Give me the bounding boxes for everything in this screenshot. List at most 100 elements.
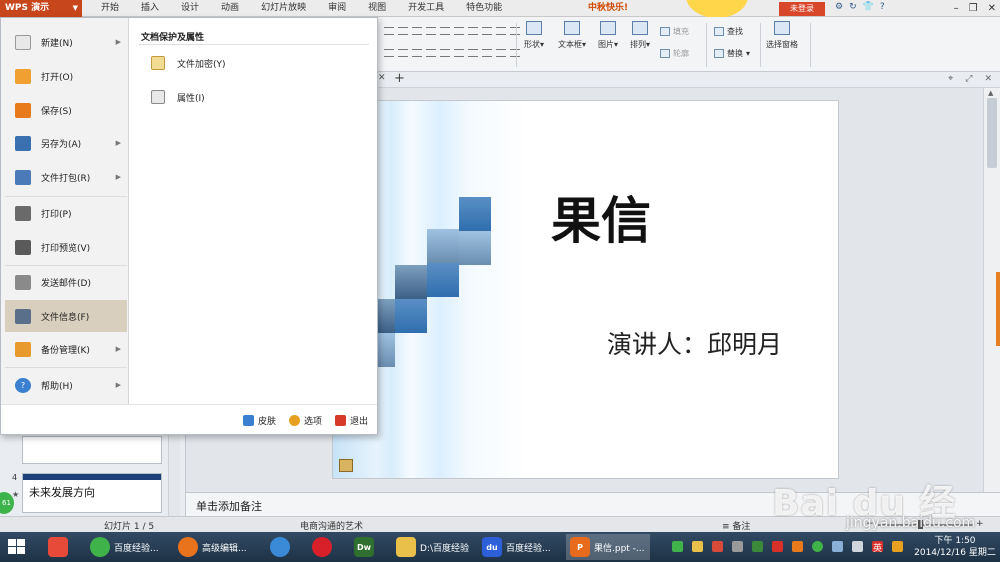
submenu-item-properties[interactable]: 属性(I) <box>151 90 205 104</box>
settings-icon[interactable]: ⚙ <box>835 2 843 12</box>
find-label: 查找 <box>727 27 743 36</box>
align-icons[interactable] <box>384 49 520 57</box>
tab-insert[interactable]: 插入 <box>130 0 170 17</box>
tab-review[interactable]: 审阅 <box>317 0 357 17</box>
minimize-icon[interactable]: – <box>954 0 959 17</box>
tab-animation[interactable]: 动画 <box>210 0 250 17</box>
tray-icon[interactable] <box>892 541 903 552</box>
toolbar-divider <box>706 23 707 67</box>
shield-icon[interactable] <box>672 541 683 552</box>
menu-divider <box>5 367 127 368</box>
notes-toggle-label: 备注 <box>732 522 751 532</box>
tab-home[interactable]: 开始 <box>90 0 130 17</box>
taskbar-app-label: 百度经验... <box>114 543 159 554</box>
side-panel-tab[interactable] <box>996 272 1000 346</box>
tray-icon[interactable] <box>752 541 763 552</box>
taskbar-app[interactable]: Dw <box>350 534 386 560</box>
menu-item-save-as[interactable]: 另存为(A) ▶ <box>5 128 127 158</box>
close-tab-icon[interactable]: ✕ <box>378 73 386 83</box>
taskbar-app[interactable] <box>44 534 80 560</box>
taskbar-app[interactable]: D:\百度经验 <box>392 534 472 560</box>
notes-toggle[interactable]: ≡ 备注 <box>722 519 750 532</box>
network-icon[interactable] <box>832 541 843 552</box>
slide-thumbnail[interactable]: 未来发展方向 <box>22 473 162 513</box>
add-tab-icon[interactable]: + <box>394 71 405 86</box>
tray-icon[interactable] <box>812 541 823 552</box>
select-pane-button[interactable]: 选择窗格 <box>766 21 798 50</box>
baidu-icon: du <box>482 537 502 557</box>
close-icon[interactable]: ✕ <box>988 0 996 17</box>
tray-icon[interactable] <box>772 541 783 552</box>
taskbar-app[interactable]: 百度经验... <box>86 534 168 560</box>
tab-developer[interactable]: 开发工具 <box>397 0 455 17</box>
scroll-thumb[interactable] <box>987 98 997 168</box>
close-pane-icon[interactable]: ✕ <box>984 74 992 84</box>
slide-title[interactable]: 果信 <box>551 181 751 253</box>
tab-slideshow[interactable]: 幻灯片放映 <box>250 0 317 17</box>
speaker-icon[interactable] <box>712 541 723 552</box>
expand-icon[interactable]: ⤢ <box>965 74 972 84</box>
shape-button[interactable]: 形状▾ <box>524 21 544 50</box>
exit-button[interactable]: 退出 <box>335 414 368 427</box>
submenu-item-encrypt[interactable]: 文件加密(Y) <box>151 56 226 70</box>
dreamweaver-icon: Dw <box>354 537 374 557</box>
list-format-icons[interactable] <box>384 27 520 35</box>
menu-item-print[interactable]: 打印(P) <box>5 198 127 228</box>
menu-item-save[interactable]: 保存(S) <box>5 95 127 125</box>
file-submenu: 文档保护及属性 文件加密(Y) 属性(I) <box>129 18 377 404</box>
menu-item-new[interactable]: 新建(N) ▶ <box>5 27 127 57</box>
scroll-up-icon[interactable]: ▲ <box>988 89 993 97</box>
textbox-button[interactable]: 文本框▾ <box>558 21 586 50</box>
arrange-icon <box>632 21 648 35</box>
taskbar-app[interactable]: du 百度经验... <box>478 534 562 560</box>
menu-item-backup[interactable]: 备份管理(K) ▶ <box>5 334 127 364</box>
deco-block <box>459 197 491 231</box>
security-icon[interactable] <box>692 541 703 552</box>
gear-icon <box>289 415 300 426</box>
sun-decoration <box>686 0 748 18</box>
menu-item-help[interactable]: ? 帮助(H) ▶ <box>5 370 127 400</box>
menu-item-file-info[interactable]: 文件信息(F) <box>5 300 127 332</box>
input-method-indicator[interactable]: 英 <box>873 541 882 554</box>
submenu-item-label: 文件加密(Y) <box>177 59 226 70</box>
fill-button[interactable]: 填充 <box>660 26 689 37</box>
tab-design[interactable]: 设计 <box>170 0 210 17</box>
replace-button[interactable]: 替换 ▾ <box>714 48 750 59</box>
chevron-down-icon: ▼ <box>72 4 78 12</box>
taskbar-app[interactable] <box>308 534 344 560</box>
menu-item-send-mail[interactable]: 发送邮件(D) <box>5 267 127 297</box>
app-menu-button[interactable]: WPS 演示 ▼ <box>0 0 82 17</box>
find-button[interactable]: 查找 <box>714 26 743 37</box>
taskbar-app[interactable] <box>266 534 302 560</box>
submenu-header: 文档保护及属性 <box>141 33 205 43</box>
tab-special[interactable]: 特色功能 <box>455 0 513 17</box>
tab-view[interactable]: 视图 <box>357 0 397 17</box>
animation-marker-icon[interactable] <box>339 459 353 472</box>
menu-item-label: 打印(P) <box>41 209 72 220</box>
outline-button[interactable]: 轮廓 <box>660 48 689 59</box>
menu-item-label: 发送邮件(D) <box>41 278 91 289</box>
menu-item-print-preview[interactable]: 打印预览(V) <box>5 232 127 262</box>
refresh-icon[interactable]: ↻ <box>849 2 857 12</box>
arrange-button[interactable]: 排列▾ <box>630 21 650 50</box>
menu-item-open[interactable]: 打开(O) <box>5 61 127 91</box>
slide-subtitle[interactable]: 演讲人：邱明月 <box>607 325 838 361</box>
picture-button[interactable]: 图片▾ <box>598 21 618 50</box>
options-button[interactable]: 选项 <box>289 414 322 427</box>
restore-icon[interactable]: ❐ <box>969 0 978 17</box>
login-button[interactable]: 未登录 <box>779 2 825 16</box>
windows-start-icon[interactable] <box>8 539 26 555</box>
slide-thumbnail[interactable] <box>22 436 162 464</box>
pin-icon[interactable]: ⌖ <box>948 74 953 84</box>
help-icon[interactable]: ? <box>880 2 885 12</box>
skin-icon[interactable]: 👕 <box>863 2 874 12</box>
menu-item-package[interactable]: 文件打包(R) ▶ <box>5 162 127 192</box>
skin-button[interactable]: 皮肤 <box>243 414 276 427</box>
tray-icon[interactable] <box>792 541 803 552</box>
taskbar-app-active[interactable]: P 果信.ppt -... <box>566 534 650 560</box>
taskbar-app[interactable]: 高级编辑... <box>174 534 256 560</box>
volume-icon[interactable] <box>852 541 863 552</box>
taskbar-clock[interactable]: 下午 1:50 2014/12/16 星期二 <box>912 535 998 559</box>
tray-icon[interactable] <box>732 541 743 552</box>
slide-canvas[interactable]: 果信 演讲人：邱明月 <box>332 100 839 479</box>
